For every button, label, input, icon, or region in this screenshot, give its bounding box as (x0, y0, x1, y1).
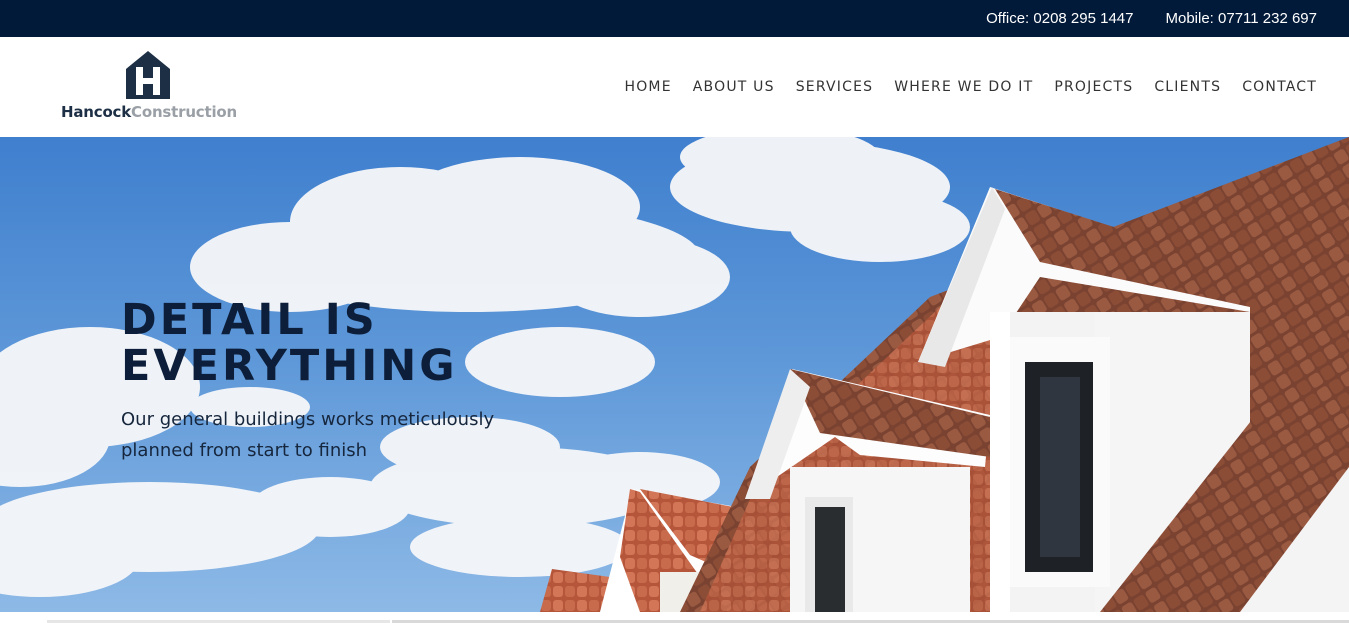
nav-services[interactable]: SERVICES (796, 79, 874, 95)
hero-text: DETAIL IS EVERYTHING Our general buildin… (121, 297, 641, 466)
contact-numbers: Office: 0208 295 1447 Mobile: 07711 232 … (986, 0, 1317, 37)
nav-home[interactable]: HOME (624, 79, 671, 95)
site-header: HancockConstruction HOME ABOUT US SERVIC… (0, 37, 1349, 137)
nav-about-us[interactable]: ABOUT US (693, 79, 775, 95)
mobile-phone[interactable]: Mobile: 07711 232 697 (1165, 10, 1317, 27)
logo-name-primary: Hancock (61, 103, 132, 121)
main-nav: HOME ABOUT US SERVICES WHERE WE DO IT PR… (624, 37, 1317, 137)
hero-banner: DETAIL IS EVERYTHING Our general buildin… (0, 137, 1349, 612)
top-contact-bar: Office: 0208 295 1447 Mobile: 07711 232 … (0, 0, 1349, 37)
hero-title-line-1: DETAIL IS (121, 295, 378, 345)
nav-projects[interactable]: PROJECTS (1054, 79, 1133, 95)
hero-subtitle: Our general buildings works meticulously… (121, 409, 495, 461)
house-h-logo-icon (126, 51, 170, 99)
hero-title-line-2: EVERYTHING (121, 341, 458, 391)
logo-name-secondary: Construction (131, 103, 237, 121)
office-phone[interactable]: Office: 0208 295 1447 (986, 10, 1133, 27)
section-divider (0, 612, 1349, 623)
nav-where-we-do-it[interactable]: WHERE WE DO IT (894, 79, 1033, 95)
logo-wordmark: HancockConstruction (61, 103, 237, 121)
nav-contact[interactable]: CONTACT (1242, 79, 1317, 95)
site-logo[interactable]: HancockConstruction (61, 49, 261, 125)
hero-title: DETAIL IS EVERYTHING (121, 297, 641, 389)
nav-clients[interactable]: CLIENTS (1154, 79, 1221, 95)
